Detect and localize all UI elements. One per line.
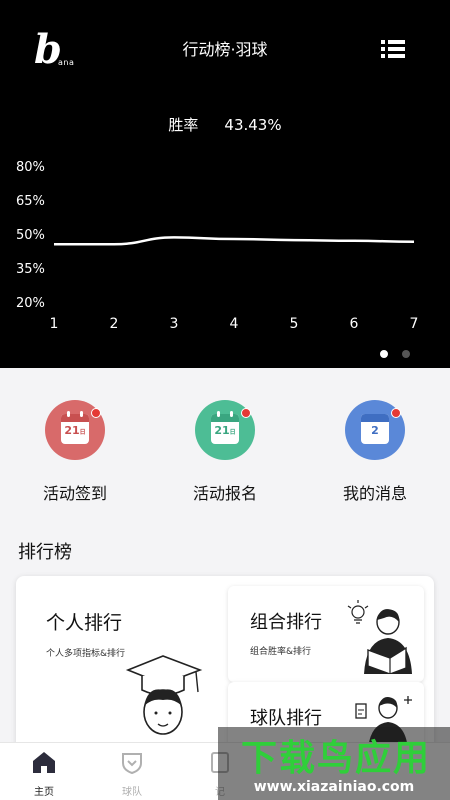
combo-ranking-card[interactable]: 组合排行 组合胜率&排行 bbox=[228, 586, 424, 682]
checkin-icon-day: 21 bbox=[64, 424, 80, 437]
checkin-icon-circle: 21日 bbox=[45, 400, 105, 460]
carousel-dot-active[interactable] bbox=[380, 350, 388, 358]
x-tick-label: 7 bbox=[410, 316, 419, 332]
win-rate-series-line bbox=[53, 236, 415, 246]
action-signup[interactable]: 21日 活动报名 bbox=[160, 400, 290, 510]
action-messages-label: 我的消息 bbox=[342, 484, 407, 503]
x-tick-label: 4 bbox=[230, 316, 239, 332]
carousel-dot[interactable] bbox=[402, 350, 410, 358]
message-icon-number: 2 bbox=[371, 424, 379, 437]
x-tick-label: 5 bbox=[290, 316, 299, 332]
app-screen: b ana 行动榜·羽球 胜率 43.43% 80% 65% 50% 35% 20% 1 2 3… bbox=[0, 0, 450, 800]
home-icon bbox=[33, 752, 55, 773]
messages-icon-circle: 2 bbox=[345, 400, 405, 460]
personal-ranking-title: 个人排行 bbox=[46, 612, 123, 634]
signup-icon-circle: 21日 bbox=[195, 400, 255, 460]
team-badge-icon bbox=[122, 753, 142, 775]
tab-home[interactable]: 主页 bbox=[14, 743, 74, 800]
checkin-icon-unit: 日 bbox=[79, 429, 86, 436]
watermark-url: www.xiazainiao.com bbox=[253, 779, 415, 795]
x-tick-label: 1 bbox=[50, 316, 59, 332]
list-menu-icon[interactable] bbox=[381, 40, 405, 58]
watermark-main: 下载鸟应用 bbox=[240, 738, 431, 779]
win-rate-chart: 80% 65% 50% 35% 20% 1 2 3 4 5 6 7 bbox=[16, 160, 419, 332]
signup-icon-day: 21 bbox=[214, 424, 230, 437]
y-tick-label: 35% bbox=[16, 262, 45, 277]
action-messages[interactable]: 2 我的消息 bbox=[310, 400, 440, 510]
calendar-signup-icon: 21日 bbox=[211, 411, 239, 444]
action-signup-label: 活动报名 bbox=[192, 484, 257, 503]
tab-team-label: 球队 bbox=[122, 787, 142, 798]
x-tick-label: 6 bbox=[350, 316, 359, 332]
ranking-section-title: 排行榜 bbox=[18, 542, 72, 563]
y-tick-label: 20% bbox=[16, 296, 45, 311]
y-tick-label: 80% bbox=[16, 160, 45, 175]
hero-banner: b ana 行动榜·羽球 胜率 43.43% 80% 65% 50% 35% 20% 1 2 3… bbox=[0, 0, 450, 368]
win-rate-label: 胜率 bbox=[168, 116, 199, 134]
reading-person-illustration-icon bbox=[347, 600, 412, 674]
win-rate-value: 43.43% bbox=[224, 116, 282, 134]
combo-ranking-title: 组合排行 bbox=[250, 612, 322, 633]
notification-badge bbox=[241, 408, 251, 418]
signup-icon-unit: 日 bbox=[229, 429, 236, 436]
calendar-checkin-icon: 21日 bbox=[61, 411, 89, 444]
x-tick-label: 3 bbox=[170, 316, 179, 332]
notification-badge bbox=[91, 408, 101, 418]
y-tick-label: 65% bbox=[16, 194, 45, 209]
tab-home-label: 主页 bbox=[34, 787, 54, 798]
y-tick-label: 50% bbox=[16, 228, 45, 243]
x-tick-label: 2 bbox=[110, 316, 119, 332]
win-rate-stat: 胜率 43.43% bbox=[0, 114, 450, 135]
combo-ranking-subtitle: 组合胜率&排行 bbox=[250, 647, 312, 657]
action-checkin[interactable]: 21日 活动签到 bbox=[10, 400, 140, 510]
tab-team[interactable]: 球队 bbox=[102, 743, 162, 800]
watermark: 下载鸟应用 www.xiazainiao.com bbox=[218, 727, 450, 800]
action-checkin-label: 活动签到 bbox=[42, 484, 107, 503]
notification-badge bbox=[391, 408, 401, 418]
message-clock-icon: 2 bbox=[361, 414, 389, 444]
